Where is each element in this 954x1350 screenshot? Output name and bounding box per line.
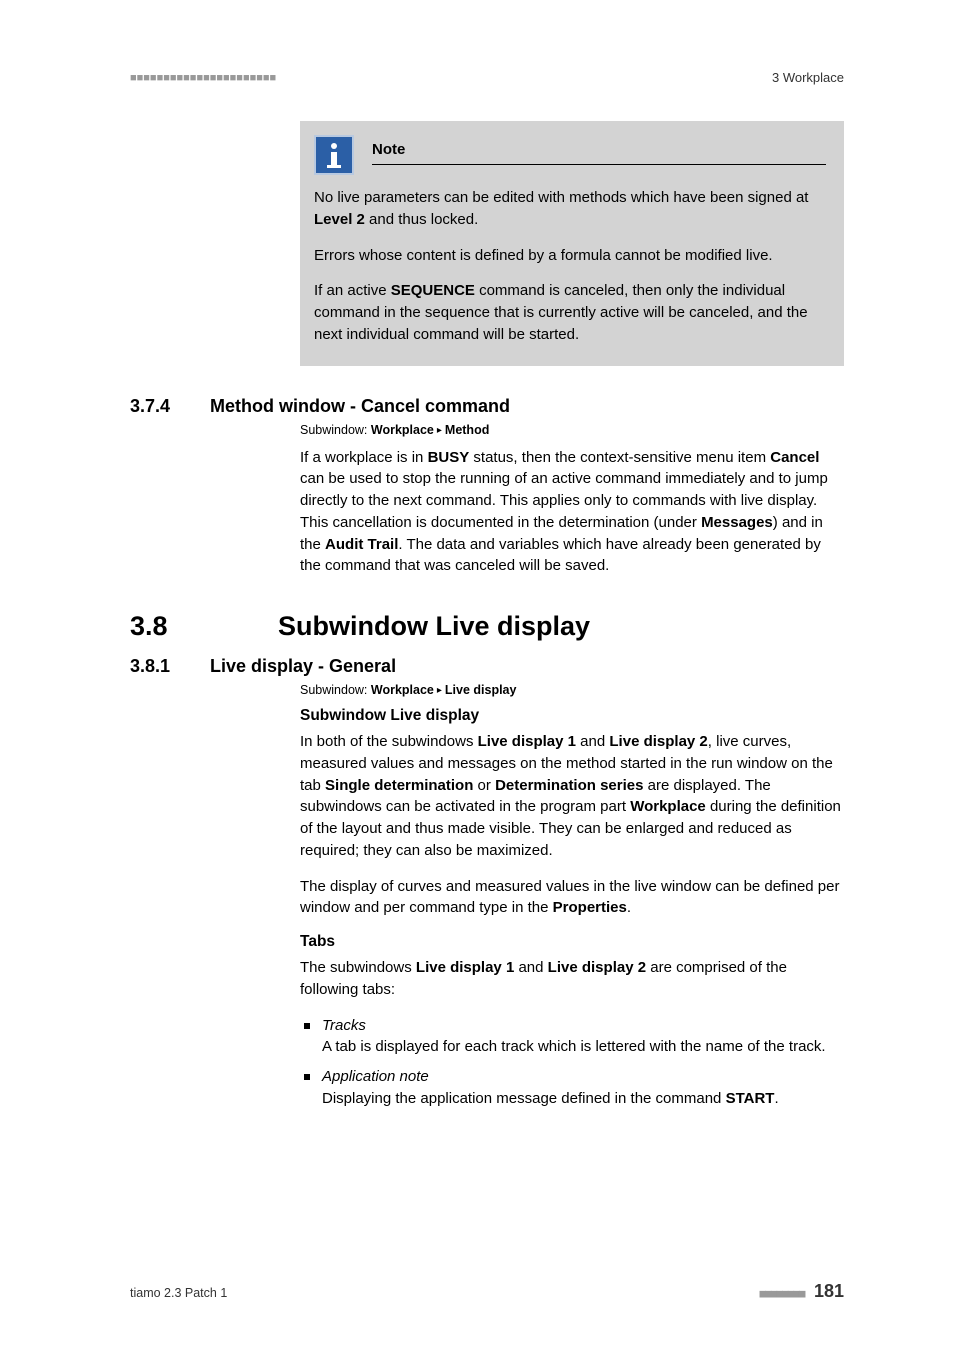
heading-374-title: Method window - Cancel command xyxy=(210,396,510,417)
s381-subwindow: Subwindow: Workplace Live display xyxy=(300,683,844,697)
s381-tabs-heading: Tabs xyxy=(300,933,844,951)
heading-38: 3.8 Subwindow Live display xyxy=(130,611,844,642)
s381-sub-prefix: Subwindow: xyxy=(300,683,371,697)
heading-38-title: Subwindow Live display xyxy=(278,611,590,642)
s381-p1a: In both of the subwindows xyxy=(300,733,478,750)
s374-p1d: Cancel xyxy=(770,449,819,466)
s381-sub-a: Workplace xyxy=(371,683,434,697)
s381-ti-b: Live display 1 xyxy=(416,959,514,976)
note-callout: Note No live parameters can be edited wi… xyxy=(300,121,844,366)
note-body: No live parameters can be edited with me… xyxy=(314,187,826,346)
list-item: Application note Displaying the applicat… xyxy=(300,1066,844,1110)
heading-38-num: 3.8 xyxy=(130,611,250,642)
note-p2: Errors whose content is defined by a for… xyxy=(314,245,826,267)
li2-body-b: START xyxy=(726,1090,775,1107)
list-item: Tracks A tab is displayed for each track… xyxy=(300,1015,844,1059)
s381-p2c: . xyxy=(627,899,631,916)
li1-title: Tracks xyxy=(322,1017,366,1034)
s374-p1a: If a workplace is in xyxy=(300,449,428,466)
heading-381: 3.8.1 Live display - General xyxy=(130,656,844,677)
s374-subwindow: Subwindow: Workplace Method xyxy=(300,423,844,437)
s381-p1b: Live display 1 xyxy=(478,733,576,750)
info-icon xyxy=(314,135,354,175)
li1-body: A tab is displayed for each track which … xyxy=(322,1038,826,1055)
header-chapter: 3 Workplace xyxy=(772,70,844,85)
heading-381-title: Live display - General xyxy=(210,656,396,677)
s381-ti-a: The subwindows xyxy=(300,959,416,976)
s381-sub-heading: Subwindow Live display xyxy=(300,707,844,725)
li2-body-a: Displaying the application message defin… xyxy=(322,1090,726,1107)
s381-tabs-intro: The subwindows Live display 1 and Live d… xyxy=(300,957,844,1001)
s374-body: If a workplace is in BUSY status, then t… xyxy=(300,447,844,578)
s381-sub-b: Live display xyxy=(445,683,517,697)
note-title: Note xyxy=(372,135,826,165)
s374-p1b: BUSY xyxy=(428,449,470,466)
page-footer: tiamo 2.3 Patch 1 ■■■■■■■■ 181 xyxy=(130,1281,844,1302)
note-p1b: Level 2 xyxy=(314,211,365,228)
s374-sub-b: Method xyxy=(445,423,489,437)
footer-rule: ■■■■■■■■ xyxy=(759,1287,804,1300)
note-p1c: and thus locked. xyxy=(365,211,478,228)
s381-p1g: or xyxy=(473,777,495,794)
s374-sub-prefix: Subwindow: xyxy=(300,423,371,437)
s381-p2b: Properties xyxy=(553,899,627,916)
footer-page-number: 181 xyxy=(814,1281,844,1301)
note-p3b: SEQUENCE xyxy=(391,282,475,299)
s381-ti-c: and xyxy=(514,959,547,976)
heading-374-num: 3.7.4 xyxy=(130,396,182,417)
s374-p1h: Audit Trail xyxy=(325,536,398,553)
s381-p1: In both of the subwindows Live display 1… xyxy=(300,731,844,862)
tabs-list: Tracks A tab is displayed for each track… xyxy=(300,1015,844,1110)
s381-p1h: Determination series xyxy=(495,777,643,794)
s374-p1f: Messages xyxy=(701,514,773,531)
heading-381-num: 3.8.1 xyxy=(130,656,182,677)
li2-body-c: . xyxy=(774,1090,778,1107)
header-rule: ■■■■■■■■■■■■■■■■■■■■■■ xyxy=(130,72,276,84)
s381-p1c: and xyxy=(576,733,609,750)
footer-product: tiamo 2.3 Patch 1 xyxy=(130,1286,227,1300)
li2-title: Application note xyxy=(322,1068,429,1085)
note-p3a: If an active xyxy=(314,282,391,299)
page-header: ■■■■■■■■■■■■■■■■■■■■■■ 3 Workplace xyxy=(130,70,844,85)
s381-ti-d: Live display 2 xyxy=(548,959,646,976)
heading-374: 3.7.4 Method window - Cancel command xyxy=(130,396,844,417)
breadcrumb-separator-icon xyxy=(434,423,445,437)
s381-p1d: Live display 2 xyxy=(609,733,707,750)
s381-p2: The display of curves and measured value… xyxy=(300,876,844,920)
note-p1a: No live parameters can be edited with me… xyxy=(314,189,808,206)
s374-p1c: status, then the context-sensitive menu … xyxy=(469,449,770,466)
s374-sub-a: Workplace xyxy=(371,423,434,437)
s381-p1f: Single determination xyxy=(325,777,473,794)
s381-p1j: Workplace xyxy=(630,798,706,815)
breadcrumb-separator-icon xyxy=(434,683,445,697)
